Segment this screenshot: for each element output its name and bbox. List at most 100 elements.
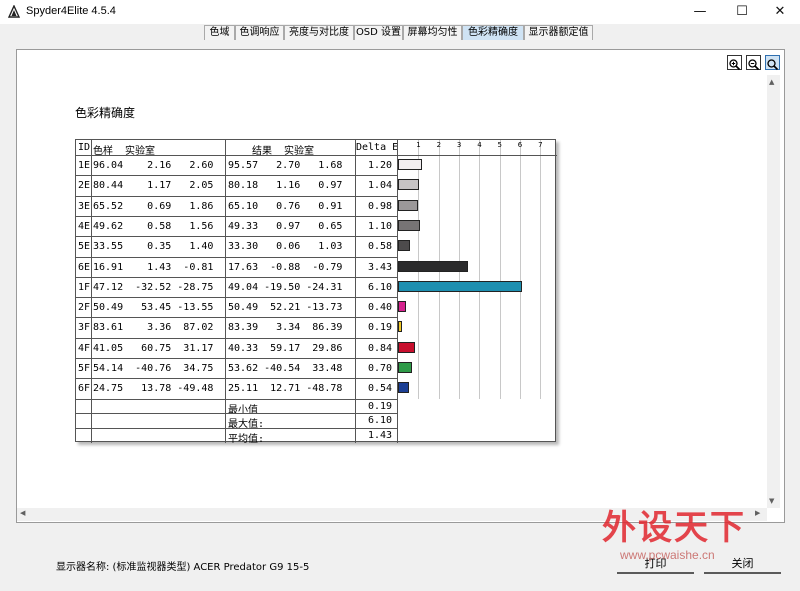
watermark-url: www.pcwaishe.cn	[620, 548, 715, 562]
row-delta-e: 6.10	[368, 281, 393, 293]
row-sample-lab: 33.55 0.35 1.40	[93, 241, 214, 253]
row-separator	[76, 337, 398, 339]
row-separator	[76, 297, 398, 299]
row-id: 4E	[78, 220, 91, 232]
summary-separator	[76, 428, 398, 430]
header-delta-e: Delta E	[356, 142, 399, 153]
tab-brightness-contrast[interactable]: 亮度与对比度	[284, 25, 354, 40]
row-id: 2F	[78, 302, 91, 314]
scroll-left-icon[interactable]: ◀	[20, 509, 25, 517]
tab-screen-uniformity[interactable]: 屏幕均匀性	[403, 25, 462, 40]
row-sample-lab: 80.44 1.17 2.05	[93, 180, 214, 192]
zoom-out-button[interactable]	[746, 55, 761, 71]
row-id: 1E	[78, 160, 91, 171]
row-result-lab: 49.04 -19.50 -24.31	[228, 281, 343, 293]
row-result-lab: 49.33 0.97 0.65	[228, 220, 343, 232]
delta-e-bar	[398, 199, 418, 211]
tab-osd-settings[interactable]: OSD 设置	[354, 25, 403, 40]
row-sample-lab: 24.75 13.78 -49.48	[93, 383, 214, 395]
tab-tone-response[interactable]: 色调响应	[235, 25, 284, 40]
summary-label: 平均值:	[228, 434, 265, 446]
row-delta-e: 0.58	[368, 241, 393, 253]
row-id: 5F	[78, 363, 91, 374]
tick-label-7: 7	[538, 141, 543, 149]
row-sample-lab: 65.52 0.69 1.86	[93, 200, 214, 212]
row-delta-e: 0.54	[368, 383, 393, 395]
row-sample-lab: 41.05 60.75 31.17	[93, 342, 214, 354]
tick-label-3: 3	[456, 141, 462, 149]
row-result-lab: 95.57 2.70 1.68	[228, 160, 343, 171]
column-separator	[225, 140, 226, 443]
gridline-5	[499, 140, 501, 399]
tab-gamut[interactable]: 色域	[204, 25, 235, 40]
tab-monitor-rating[interactable]: 显示器额定值	[524, 25, 593, 40]
delta-e-bar	[398, 240, 410, 252]
row-id: 6E	[78, 261, 91, 273]
header-id: ID	[78, 142, 91, 153]
column-separator	[91, 140, 92, 443]
delta-e-bar	[398, 382, 409, 394]
row-id: 6F	[78, 383, 91, 395]
delta-e-bar	[398, 219, 421, 231]
zoom-in-button[interactable]	[727, 55, 742, 71]
delta-e-bar	[398, 362, 413, 373]
row-id: 2E	[78, 180, 91, 192]
delta-e-bar	[398, 301, 407, 313]
row-separator	[76, 195, 398, 197]
row-result-lab: 33.30 0.06 1.03	[228, 241, 343, 253]
delta-e-bar	[398, 321, 402, 333]
tick-label-6: 6	[517, 141, 523, 149]
row-separator	[76, 378, 398, 380]
row-sample-lab: 96.04 2.16 2.60	[93, 160, 214, 171]
delta-e-bar	[398, 280, 522, 292]
close-window-button[interactable]: ✕	[760, 0, 800, 24]
delta-e-bar	[398, 341, 416, 353]
gridline-7	[540, 140, 542, 399]
tick-label-2: 2	[436, 141, 442, 149]
row-separator	[76, 358, 398, 359]
header-separator	[76, 155, 557, 156]
tab-color-accuracy[interactable]: 色彩精确度	[462, 25, 524, 40]
minimize-button[interactable]: —	[680, 0, 720, 24]
row-result-lab: 25.11 12.71 -48.78	[228, 383, 343, 395]
watermark-text: 外设天下	[602, 508, 746, 548]
row-delta-e: 0.84	[368, 342, 393, 354]
row-separator	[76, 317, 398, 319]
row-delta-e: 1.04	[368, 180, 393, 192]
row-delta-e: 0.40	[368, 302, 393, 314]
row-id: 3E	[78, 200, 91, 212]
gridline-6	[519, 140, 521, 399]
summary-separator	[76, 413, 398, 415]
row-sample-lab: 50.49 53.45 -13.55	[93, 302, 214, 314]
row-result-lab: 65.10 0.76 0.91	[228, 200, 343, 212]
row-delta-e: 1.10	[368, 220, 393, 232]
row-separator	[76, 215, 398, 217]
column-separator	[355, 140, 356, 443]
row-id: 5E	[78, 241, 91, 253]
row-delta-e: 1.20	[368, 160, 393, 171]
row-id: 4F	[78, 342, 91, 354]
zoom-out-icon	[748, 59, 760, 71]
row-delta-e: 0.19	[368, 322, 393, 334]
maximize-button[interactable]: ☐	[722, 0, 762, 24]
zoom-in-icon	[729, 59, 741, 71]
tick-label-1: 1	[416, 141, 421, 149]
tab-bar: 色域 色调响应 亮度与对比度 OSD 设置 屏幕均匀性 色彩精确度 显示器额定值	[0, 24, 800, 40]
row-result-lab: 40.33 59.17 29.86	[228, 342, 343, 354]
row-result-lab: 83.39 3.34 86.39	[228, 322, 343, 334]
tick-label-4: 4	[477, 141, 482, 149]
vertical-scrollbar[interactable]: ▲ ▼	[767, 75, 780, 508]
window-title: Spyder4Elite 4.5.4	[26, 5, 116, 17]
row-delta-e: 0.98	[368, 200, 393, 212]
zoom-fit-button[interactable]	[765, 55, 780, 71]
delta-e-bar	[398, 179, 420, 191]
row-result-lab: 53.62 -40.54 33.48	[228, 363, 343, 374]
delta-e-bar	[398, 159, 423, 170]
row-separator	[76, 398, 398, 400]
scroll-up-icon[interactable]: ▲	[769, 78, 774, 86]
zoom-fit-icon	[767, 59, 779, 71]
monitor-name-label: 显示器名称: (标准监视器类型) ACER Predator G9 15-5	[56, 562, 310, 573]
delta-e-bar	[398, 260, 468, 272]
row-separator	[76, 276, 398, 278]
color-accuracy-table: ID 色样 实验室 结果 实验室 Delta E 1 2 3 4 5 6 7 1E 96.04 …	[75, 139, 557, 446]
